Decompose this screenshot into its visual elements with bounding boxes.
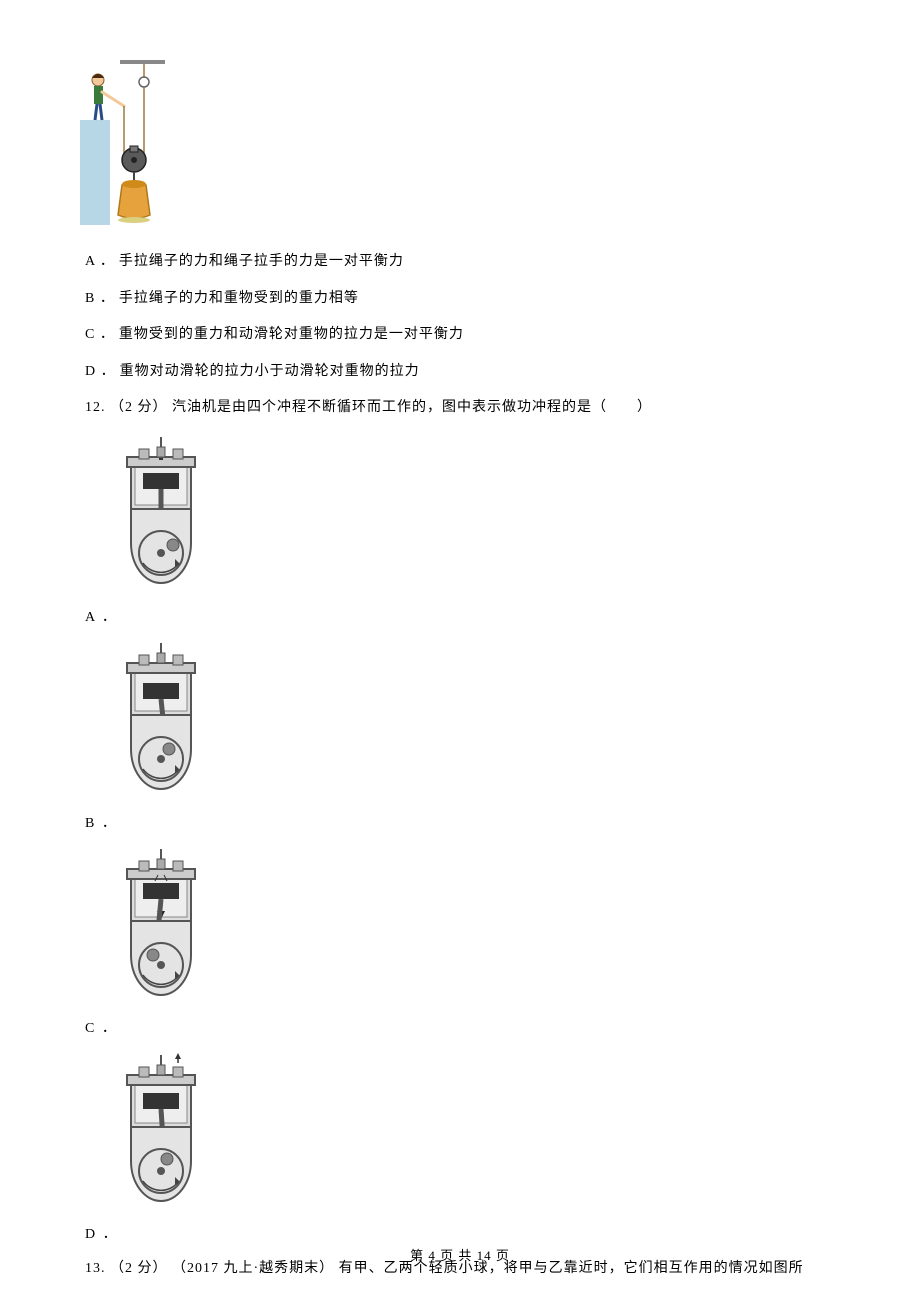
engine-diagram-d [113, 1051, 208, 1224]
question-points: （2 分） [110, 400, 168, 415]
engine-diagram-a [113, 433, 208, 606]
q11-option-a[interactable]: A ． 手拉绳子的力和绳子拉手的力是一对平衡力 [85, 251, 835, 273]
option-label: C ． [85, 327, 115, 342]
option-text: 重物受到的重力和动滑轮对重物的拉力是一对平衡力 [119, 327, 464, 342]
q11-option-c[interactable]: C ． 重物受到的重力和动滑轮对重物的拉力是一对平衡力 [85, 324, 835, 346]
engine-diagram-c [113, 845, 208, 1018]
q12-option-b[interactable]: B ． [85, 639, 835, 835]
option-label: A ． [85, 254, 115, 269]
option-label: B ． [85, 291, 115, 306]
q12-option-d[interactable]: D ． [85, 1051, 835, 1247]
option-label: C ． [85, 1018, 118, 1040]
option-label: D ． [85, 364, 116, 379]
page-footer: 第 4 页 共 14 页 [0, 1246, 920, 1267]
q11-option-d[interactable]: D ． 重物对动滑轮的拉力小于动滑轮对重物的拉力 [85, 361, 835, 383]
question-number: 12. [85, 400, 106, 415]
option-text: 重物对动滑轮的拉力小于动滑轮对重物的拉力 [120, 364, 420, 379]
question-text: 汽油机是由四个冲程不断循环而工作的，图中表示做功冲程的是（ ） [172, 400, 652, 415]
option-text: 手拉绳子的力和重物受到的重力相等 [119, 291, 359, 306]
pulley-diagram [80, 60, 835, 233]
engine-diagram-b [113, 639, 208, 812]
option-label: B ． [85, 813, 118, 835]
option-label: D ． [85, 1224, 119, 1246]
option-label: A ． [85, 607, 118, 629]
q12-stem: 12. （2 分） 汽油机是由四个冲程不断循环而工作的，图中表示做功冲程的是（ … [85, 397, 835, 419]
q12-option-c[interactable]: C ． [85, 845, 835, 1041]
q12-option-a[interactable]: A ． [85, 433, 835, 629]
option-text: 手拉绳子的力和绳子拉手的力是一对平衡力 [119, 254, 404, 269]
q11-option-b[interactable]: B ． 手拉绳子的力和重物受到的重力相等 [85, 288, 835, 310]
